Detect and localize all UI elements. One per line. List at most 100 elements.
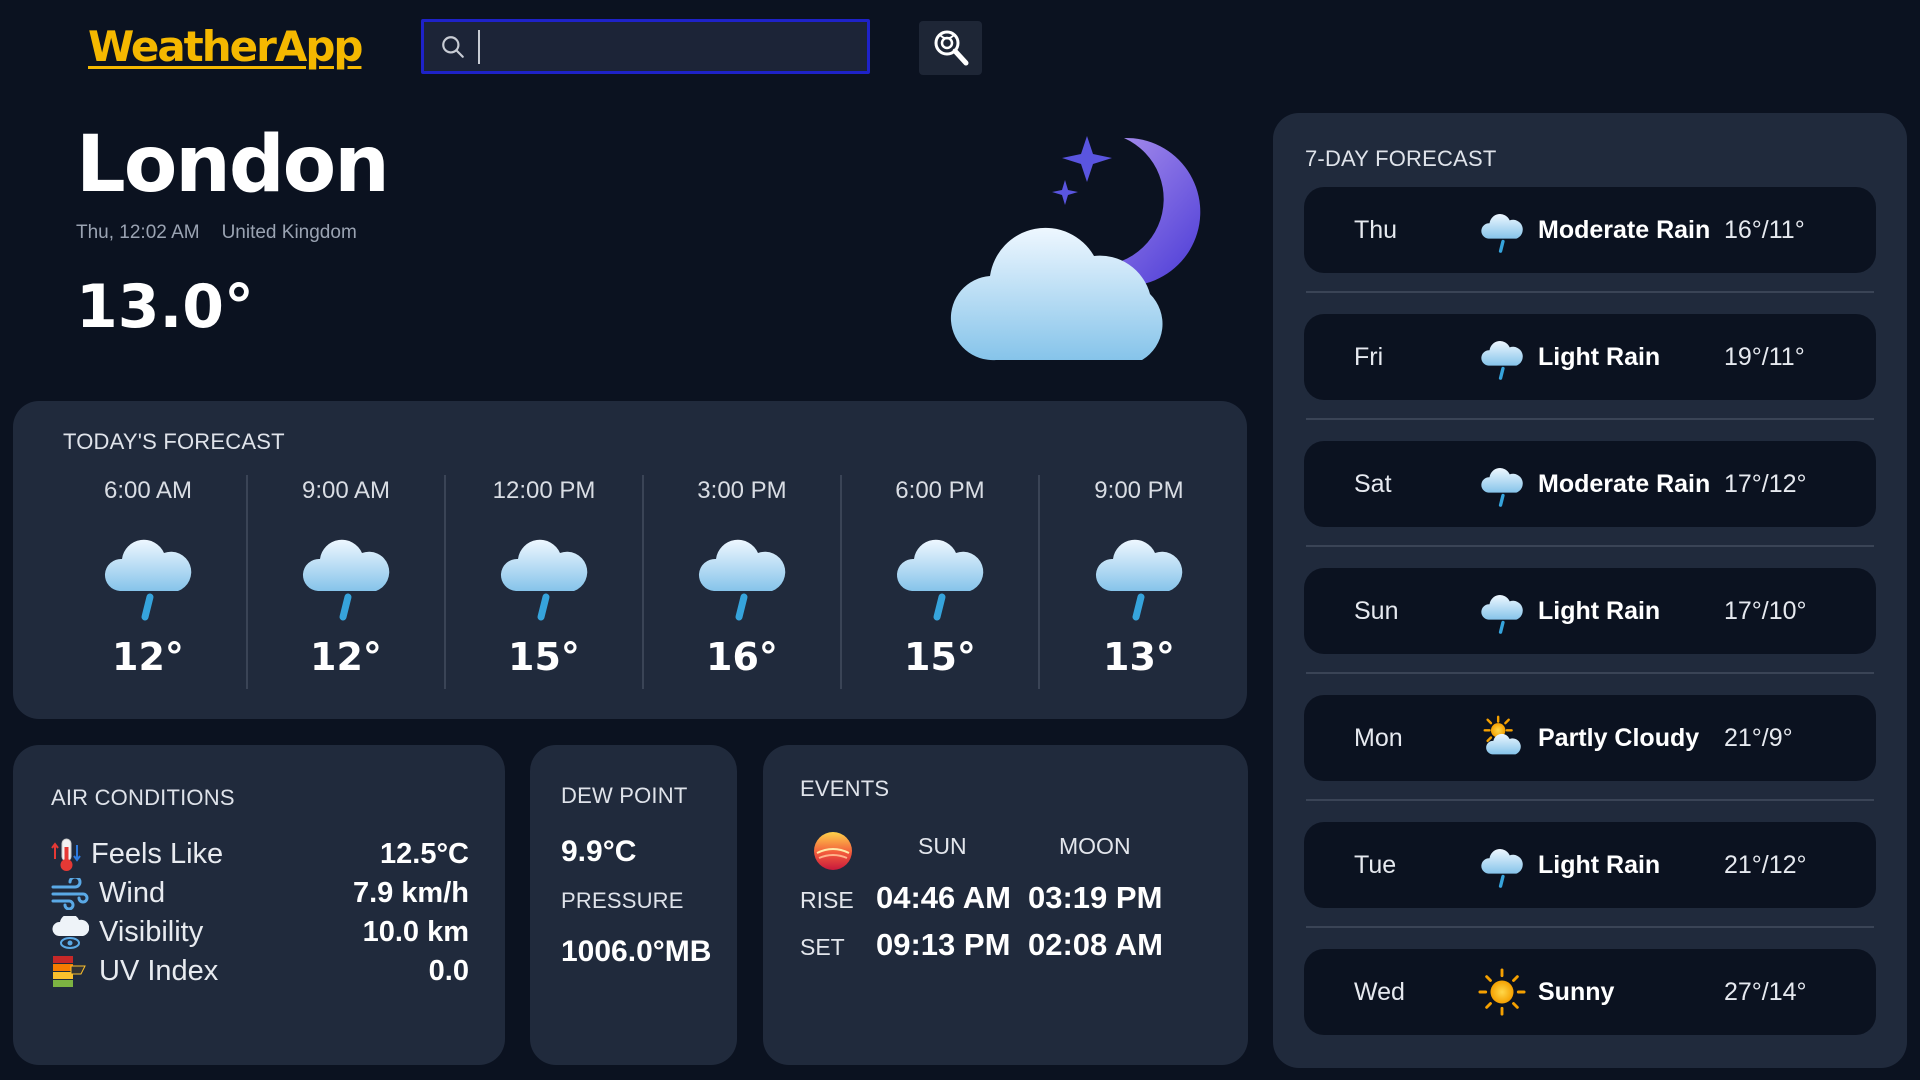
uv-index-icon (53, 955, 86, 987)
day-condition: Partly Cloudy (1538, 723, 1700, 752)
rise-label: RISE (800, 887, 854, 913)
hourly-item: 9:00 AM 12° (248, 475, 446, 689)
day-name: Wed (1354, 977, 1405, 1006)
day-forecast-row[interactable]: Thu Moderate Rain 16°/11° (1304, 187, 1876, 273)
search-icon (442, 35, 464, 58)
row-divider (1306, 672, 1874, 674)
dew-point-title: DEW POINT (561, 783, 688, 808)
country-name: United Kingdom (221, 222, 357, 243)
rain-icon (1478, 333, 1526, 381)
row-divider (1306, 418, 1874, 420)
air-condition-value: 7.9 km/h (352, 877, 469, 909)
air-condition-value: 10.0 km (362, 916, 469, 948)
hour-time: 12:00 PM (492, 477, 596, 504)
app-logo[interactable]: WeatherApp (88, 22, 363, 71)
air-conditions-card: AIR CONDITIONS Feels Like 12.5°C Wind 7.… (13, 745, 505, 1065)
todays-forecast-title: TODAY'S FORECAST (63, 429, 285, 454)
seven-day-forecast-title: 7-DAY FORECAST (1305, 146, 1497, 171)
day-condition: Light Rain (1538, 342, 1661, 371)
rain-icon (98, 523, 198, 623)
row-divider (1306, 545, 1874, 547)
rain-icon (1478, 460, 1526, 508)
day-condition: Moderate Rain (1538, 469, 1711, 498)
day-name: Mon (1354, 723, 1403, 752)
events-title: EVENTS (800, 776, 890, 801)
day-temp-range: 17°/12° (1724, 469, 1807, 498)
moonset-time: 02:08 AM (1028, 927, 1163, 962)
hourly-item: 6:00 PM 15° (842, 475, 1040, 689)
day-forecast-row[interactable]: Tue Light Rain 21°/12° (1304, 822, 1876, 908)
air-condition-value: 12.5°C (380, 838, 469, 870)
day-temp-range: 16°/11° (1724, 215, 1805, 244)
day-name: Sun (1354, 596, 1399, 625)
hour-temp: 15° (508, 635, 580, 679)
current-temperature: 13.0° (76, 272, 255, 342)
day-forecast-row[interactable]: Fri Light Rain 19°/11° (1304, 314, 1876, 400)
day-temp-range: 21°/9° (1724, 723, 1793, 752)
day-name: Sat (1354, 469, 1392, 498)
hourly-item: 3:00 PM 16° (644, 475, 842, 689)
hour-time: 6:00 AM (103, 477, 193, 504)
rain-icon (1478, 841, 1526, 889)
hourly-item: 12:00 PM 15° (446, 475, 644, 689)
wind-icon (51, 877, 89, 910)
hour-temp: 15° (904, 635, 976, 679)
day-temp-range: 21°/12° (1724, 850, 1807, 879)
current-time: Thu, 12:02 AM (76, 222, 200, 243)
rain-icon (296, 523, 396, 623)
day-condition: Light Rain (1538, 596, 1661, 625)
cloudy-night-icon (950, 136, 1201, 361)
moonrise-time: 03:19 PM (1028, 880, 1163, 915)
sunset-time: 09:13 PM (876, 927, 1011, 962)
rain-icon (890, 523, 990, 623)
search-box[interactable] (421, 19, 870, 74)
row-divider (1306, 926, 1874, 928)
sun-icon (1478, 968, 1526, 1016)
row-divider (1306, 291, 1874, 293)
city-name: London (76, 120, 390, 210)
hour-time: 9:00 AM (301, 477, 391, 504)
day-forecast-row[interactable]: Sat Moderate Rain 17°/12° (1304, 441, 1876, 527)
day-condition: Sunny (1538, 977, 1615, 1006)
day-temp-range: 17°/10° (1724, 596, 1807, 625)
air-condition-label: Feels Like (91, 838, 224, 870)
air-condition-value: 0.0 (428, 955, 469, 987)
set-label: SET (800, 934, 845, 960)
moon-label: MOON (1059, 833, 1131, 859)
hour-time: 9:00 PM (1094, 477, 1184, 504)
day-temp-range: 19°/11° (1724, 342, 1805, 371)
row-divider (1306, 799, 1874, 801)
day-name: Tue (1354, 850, 1397, 879)
day-forecast-row[interactable]: Sun Light Rain 17°/10° (1304, 568, 1876, 654)
air-conditions-title: AIR CONDITIONS (51, 785, 235, 810)
day-name: Thu (1354, 215, 1398, 244)
location-search-icon (934, 30, 968, 66)
sun-label: SUN (918, 833, 967, 859)
seven-day-forecast-card: 7-DAY FORECAST Thu Moderate Rain 16°/11°… (1273, 113, 1907, 1068)
day-forecast-row[interactable]: Wed Sunny 27°/14° (1304, 949, 1876, 1035)
todays-forecast-card: TODAY'S FORECAST 6:00 AM 12° 9:00 AM 12°… (13, 401, 1247, 719)
dew-point-card: DEW POINT 9.9°C PRESSURE 1006.0°MB (530, 745, 737, 1065)
hour-temp: 12° (112, 635, 184, 679)
air-condition-label: Wind (99, 877, 166, 909)
partly-cloudy-icon (1478, 714, 1526, 762)
hour-temp: 16° (706, 635, 778, 679)
sunrise-time: 04:46 AM (876, 880, 1011, 915)
day-condition: Moderate Rain (1538, 215, 1711, 244)
hour-time: 6:00 PM (895, 477, 985, 504)
location-meta: Thu, 12:02 AM United Kingdom (76, 222, 357, 244)
rain-icon (1478, 206, 1526, 254)
visibility-icon (52, 915, 89, 949)
events-card: EVENTS SUN MOON RISE 04:46 AM 03:19 PM S… (763, 745, 1248, 1065)
rain-icon (494, 523, 594, 623)
thermometer-icon (51, 838, 81, 871)
rain-icon (1478, 587, 1526, 635)
rain-icon (1089, 523, 1189, 623)
day-name: Fri (1354, 342, 1384, 371)
search-input[interactable] (478, 29, 867, 64)
location-search-button[interactable] (919, 21, 982, 75)
day-forecast-row[interactable]: Mon Partly Cloudy 21°/9° (1304, 695, 1876, 781)
air-condition-label: Visibility (99, 916, 204, 948)
hour-time: 3:00 PM (697, 477, 787, 504)
hourly-item: 6:00 AM 12° (50, 475, 248, 689)
